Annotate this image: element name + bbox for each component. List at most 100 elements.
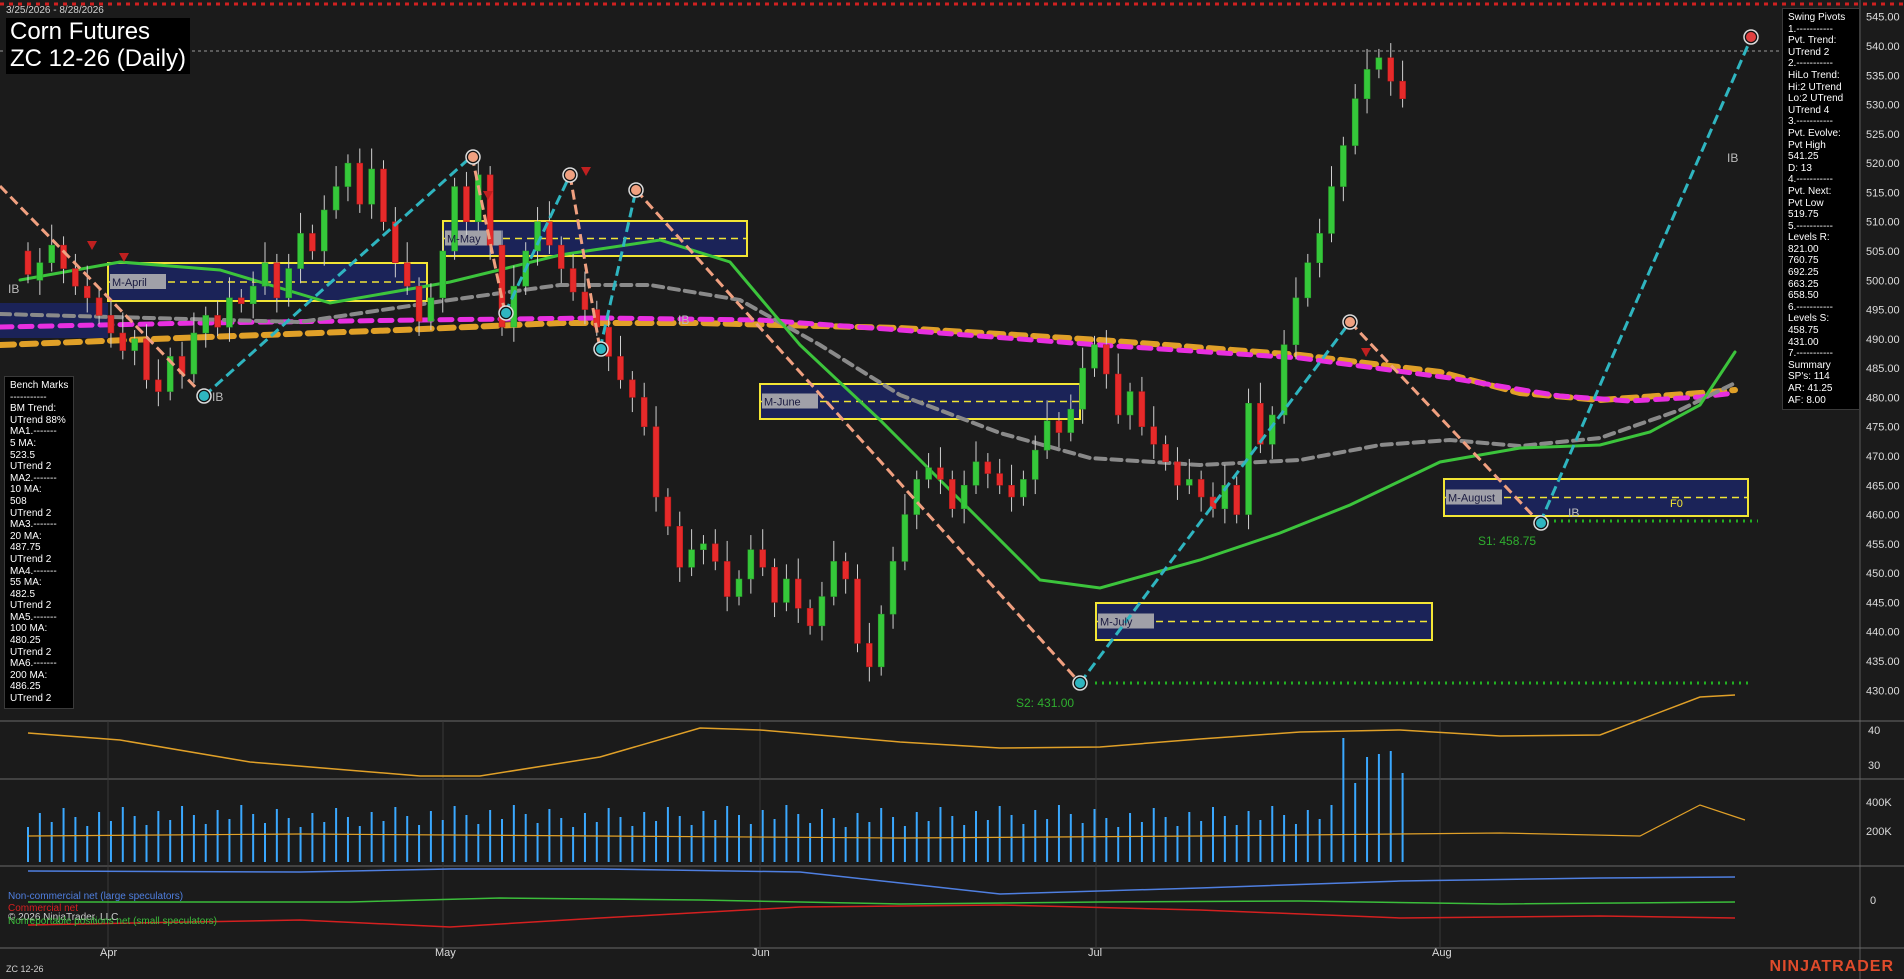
candle-body — [664, 496, 672, 527]
swing_pivots-line: 7.----------- — [1788, 348, 1833, 360]
candle-body — [344, 162, 352, 187]
legend-noncommercial: Non-commercial net (large speculators) — [8, 891, 184, 902]
bench_marks-line: 5 MA: — [10, 437, 37, 449]
candle-body — [1067, 408, 1075, 433]
candle-body — [1197, 479, 1205, 498]
swing_pivots-line: 760.75 — [1788, 255, 1819, 267]
pivot-low-marker-fill — [1075, 678, 1085, 688]
candle-body — [1363, 69, 1371, 99]
price-axis-label: 440.00 — [1866, 627, 1900, 639]
candle-body — [806, 608, 814, 627]
sub-panels — [27, 694, 1746, 928]
bench_marks-line: MA5.------- — [10, 611, 57, 623]
bench_marks-line: UTrend 2 — [10, 693, 52, 705]
volume-axis-label: 400K — [1866, 797, 1892, 809]
bench_marks-line: 486.25 — [10, 681, 41, 693]
candle-body — [107, 315, 115, 334]
month-label: May — [435, 947, 456, 959]
swing_pivots-line: Pvt. Evolve: — [1788, 127, 1841, 139]
bench_marks-line: 487.75 — [10, 542, 41, 554]
candle-body — [24, 250, 32, 275]
candle-body — [249, 285, 257, 304]
candle-body — [475, 174, 482, 222]
bench_marks-line: MA2.------- — [10, 472, 57, 484]
candle-body — [226, 297, 233, 328]
swing_pivots-line: Hi:2 UTrend — [1788, 81, 1842, 93]
candle-body — [463, 186, 470, 222]
bench_marks-line: UTrend 2 — [10, 646, 52, 658]
price-axis-label: 450.00 — [1866, 568, 1900, 580]
bench_marks-line: UTrend 2 — [10, 507, 52, 519]
price-axis-label: 485.00 — [1866, 363, 1900, 375]
candle-body — [380, 168, 387, 222]
box-label: M-July — [1100, 617, 1133, 629]
candle-body — [297, 233, 304, 269]
candle-body — [1008, 485, 1015, 498]
price-axis-label: 460.00 — [1866, 510, 1900, 522]
footer-symbol: ZC 12-26 — [6, 964, 44, 974]
candle-body — [866, 643, 873, 668]
pivot-low-marker-fill — [501, 308, 511, 318]
bench_marks-line: MA6.------- — [10, 658, 57, 670]
swing_pivots-line: Pvt. Next: — [1788, 185, 1832, 197]
monthly-box-partial — [0, 303, 108, 338]
pivot-high-marker-fill — [1746, 32, 1756, 42]
pivot-markers — [87, 29, 1759, 691]
candle-body — [119, 332, 127, 351]
price-axis-label: 495.00 — [1866, 305, 1900, 317]
swing_pivots-line: Swing Pivots — [1788, 12, 1846, 23]
swing_pivots-line: SP's: 114 — [1788, 371, 1830, 383]
indicator-line — [27, 694, 1736, 777]
candle-body — [1351, 98, 1359, 146]
swing_pivots-line: Summary — [1788, 359, 1831, 371]
candle-body — [617, 356, 624, 381]
price-axis-label: 465.00 — [1866, 480, 1900, 492]
swing_pivots-line: D: 13 — [1788, 162, 1812, 174]
indicator-axis-label: 30 — [1868, 760, 1880, 772]
ib-marker: IB — [8, 282, 19, 296]
candle-body — [415, 285, 423, 322]
candle-body — [36, 262, 44, 281]
candle-body — [960, 485, 968, 509]
candle-body — [356, 162, 364, 205]
bench_marks-line: ----------- — [10, 391, 47, 403]
candle-body — [889, 561, 897, 615]
pivot-high-marker-fill — [565, 170, 575, 180]
box-label: M-May — [447, 234, 481, 246]
chart-canvas[interactable]: 545.00 540.00 535.00 530.00 525.00 520.00 515.… — [0, 0, 1904, 979]
candle-body — [368, 168, 375, 205]
pivot-high-marker-fill — [1345, 317, 1355, 327]
candle-body — [783, 578, 790, 603]
support-label-s2: S2: 431.00 — [1016, 696, 1074, 710]
candle-body — [1280, 344, 1288, 416]
month-label: Aug — [1432, 947, 1452, 959]
candle-body — [285, 268, 292, 299]
candle-body — [261, 262, 269, 287]
ib-marker: IB — [1727, 151, 1738, 165]
ma-55 — [0, 283, 1737, 468]
price-axis-label: 490.00 — [1866, 334, 1900, 346]
candle-body — [972, 461, 980, 486]
candle-body — [309, 233, 316, 252]
bench_marks-line: UTrend 2 — [10, 461, 52, 473]
candle-body — [759, 549, 766, 568]
candle-body — [143, 338, 150, 381]
swing_pivots-line: Pvt Low — [1788, 197, 1824, 209]
cot-axis-label: 0 — [1870, 895, 1876, 907]
pivot-low-marker-fill — [1536, 518, 1546, 528]
price-candles — [24, 43, 1406, 682]
candle-body — [1304, 262, 1312, 299]
candle-body — [1292, 297, 1300, 345]
month-label: Jul — [1088, 947, 1102, 959]
swing_pivots-line: UTrend 2 — [1788, 46, 1830, 58]
chart-title: Corn Futures ZC 12-26 (Daily) — [6, 18, 191, 74]
candle-body — [877, 613, 885, 668]
candle-body — [688, 549, 695, 568]
price-axis-label: 445.00 — [1866, 597, 1900, 609]
swing_pivots-line: 541.25 — [1788, 151, 1819, 163]
bench_marks-line: 20 MA: — [10, 530, 42, 542]
box-label: M-April — [112, 277, 147, 289]
candle-body — [214, 315, 221, 328]
candle-body — [712, 543, 719, 562]
candle-body — [1316, 233, 1323, 263]
